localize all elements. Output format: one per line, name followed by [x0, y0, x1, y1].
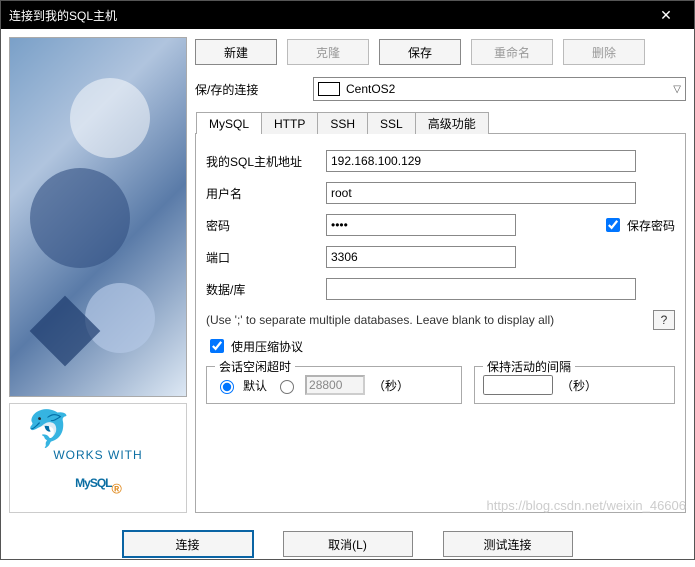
- saved-connection-row: 保/存的连接 CentOS2 ▽: [195, 77, 686, 101]
- saved-connection-label: 保/存的连接: [195, 81, 305, 98]
- toolbar: 新建 克隆 保存 重命名 删除: [195, 37, 686, 71]
- compress-check-input[interactable]: [210, 339, 224, 353]
- custom-radio-input[interactable]: [280, 380, 294, 394]
- content-area: 🐬 WORKS WITH MySQL® 新建 克隆 保存 重命名 删除 保/存的…: [1, 29, 694, 521]
- host-input[interactable]: [326, 150, 636, 172]
- default-radio-input[interactable]: [220, 380, 234, 394]
- password-label: 密码: [206, 217, 326, 234]
- tab-ssl[interactable]: SSL: [367, 112, 416, 134]
- chevron-down-icon: ▽: [673, 84, 681, 95]
- tab-advanced[interactable]: 高级功能: [415, 112, 489, 134]
- window-title: 连接到我的SQL主机: [9, 7, 117, 24]
- database-hint: (Use ';' to separate multiple databases.…: [206, 313, 554, 327]
- default-radio[interactable]: 默认: [215, 377, 267, 394]
- database-hint-row: (Use ';' to separate multiple databases.…: [206, 310, 675, 330]
- saved-connection-value: CentOS2: [346, 82, 395, 96]
- keepalive-legend: 保持活动的间隔: [483, 358, 575, 375]
- user-input[interactable]: [326, 182, 636, 204]
- keepalive-fieldset: 保持活动的间隔 （秒）: [474, 366, 675, 404]
- custom-radio[interactable]: [275, 377, 297, 394]
- password-input[interactable]: [326, 214, 516, 236]
- new-button[interactable]: 新建: [195, 39, 277, 65]
- tab-bar: MySQL HTTP SSH SSL 高级功能: [196, 112, 488, 134]
- database-label: 数据/库: [206, 281, 326, 298]
- timeout-input[interactable]: [305, 375, 365, 395]
- help-button[interactable]: ?: [653, 310, 675, 330]
- tab-mysql[interactable]: MySQL: [196, 112, 262, 134]
- panel-body: 我的SQL主机地址 用户名 密码 保存密码: [206, 150, 675, 404]
- save-password-check-input[interactable]: [606, 218, 620, 232]
- port-input[interactable]: [326, 246, 516, 268]
- timeout-seconds-label: （秒）: [373, 377, 409, 394]
- session-settings-row: 会话空闲超时 默认 （秒） 保持活动的间隔: [206, 362, 675, 404]
- tab-ssh[interactable]: SSH: [317, 112, 368, 134]
- database-input[interactable]: [326, 278, 636, 300]
- logo-mysql-text: MySQL®: [75, 462, 121, 497]
- rename-button[interactable]: 重命名: [471, 39, 553, 65]
- dialog-window: 连接到我的SQL主机 ✕ 🐬 WORKS WITH MySQL® 新建 克隆 保…: [0, 0, 695, 560]
- save-button[interactable]: 保存: [379, 39, 461, 65]
- user-label: 用户名: [206, 185, 326, 202]
- save-password-label: 保存密码: [627, 217, 675, 234]
- footer: 连接 取消(L) 测试连接: [1, 521, 694, 567]
- port-label: 端口: [206, 249, 326, 266]
- dolphin-icon: 🐬: [26, 408, 71, 450]
- decorative-image: [9, 37, 187, 397]
- compress-label: 使用压缩协议: [231, 338, 303, 355]
- config-panel: MySQL HTTP SSH SSL 高级功能 我的SQL主机地址 用户名: [195, 133, 686, 513]
- clone-button[interactable]: 克隆: [287, 39, 369, 65]
- cancel-button[interactable]: 取消(L): [283, 531, 413, 557]
- main-panel: 新建 克隆 保存 重命名 删除 保/存的连接 CentOS2 ▽ MySQL H…: [195, 37, 686, 513]
- color-swatch: [318, 82, 340, 96]
- close-icon[interactable]: ✕: [646, 7, 686, 24]
- tab-http[interactable]: HTTP: [261, 112, 318, 134]
- mysql-logo: 🐬 WORKS WITH MySQL®: [9, 403, 187, 513]
- save-password-checkbox[interactable]: 保存密码: [602, 215, 675, 235]
- keepalive-input[interactable]: [483, 375, 553, 395]
- compress-checkbox[interactable]: 使用压缩协议: [206, 336, 675, 356]
- saved-connection-combo[interactable]: CentOS2 ▽: [313, 77, 686, 101]
- sidebar: 🐬 WORKS WITH MySQL®: [9, 37, 187, 513]
- default-radio-label: 默认: [243, 377, 267, 394]
- connect-button[interactable]: 连接: [123, 531, 253, 557]
- session-timeout-fieldset: 会话空闲超时 默认 （秒）: [206, 366, 462, 404]
- titlebar: 连接到我的SQL主机 ✕: [1, 1, 694, 29]
- host-label: 我的SQL主机地址: [206, 153, 326, 170]
- test-connection-button[interactable]: 测试连接: [443, 531, 573, 557]
- session-timeout-legend: 会话空闲超时: [215, 358, 295, 375]
- keepalive-seconds-label: （秒）: [561, 377, 597, 394]
- delete-button[interactable]: 删除: [563, 39, 645, 65]
